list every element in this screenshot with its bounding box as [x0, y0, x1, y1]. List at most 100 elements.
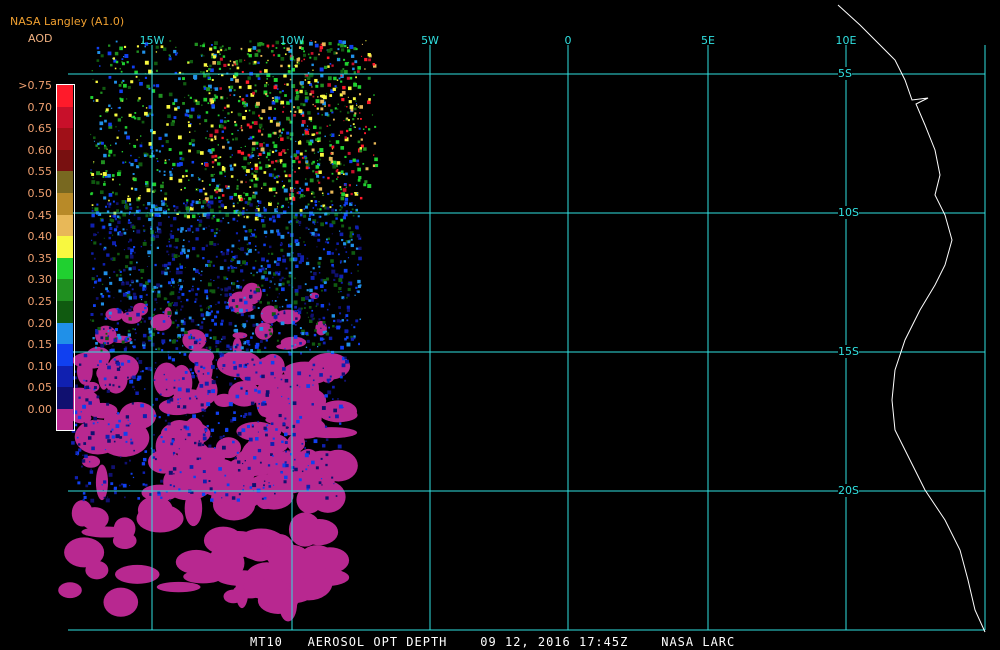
aod-pixel — [110, 257, 113, 261]
aod-pixel — [282, 258, 287, 263]
aod-pixel — [233, 61, 236, 64]
aod-pixel — [205, 333, 209, 337]
aod-pixel — [344, 356, 347, 359]
aod-pixel — [344, 317, 347, 319]
aod-pixel — [288, 179, 291, 183]
aod-pixel — [222, 368, 224, 370]
aod-pixel — [113, 486, 118, 490]
aod-pixel — [308, 217, 311, 221]
aod-pixel — [215, 340, 220, 345]
aod-pixel — [283, 310, 286, 313]
aod-pixel — [355, 286, 358, 289]
aod-pixel — [212, 264, 215, 267]
aod-pixel — [272, 455, 274, 457]
aod-pixel — [273, 116, 277, 121]
aod-pixel — [254, 249, 257, 251]
aod-pixel — [310, 313, 314, 317]
aod-pixel — [305, 331, 309, 335]
aod-pixel — [235, 394, 240, 399]
aod-pixel — [336, 178, 338, 180]
aod-pixel — [112, 200, 115, 203]
aod-pixel — [187, 249, 190, 253]
aod-pixel — [274, 149, 278, 152]
aod-pixel — [142, 471, 146, 474]
aod-pixel — [321, 406, 326, 410]
aod-pixel — [135, 261, 138, 264]
aod-pixel — [220, 294, 222, 296]
aod-pixel — [295, 213, 298, 217]
aod-pixel — [172, 304, 175, 306]
aod-pixel — [248, 242, 251, 245]
aod-pixel — [301, 114, 305, 117]
aod-pixel — [252, 191, 255, 194]
aod-pixel — [142, 241, 147, 246]
aod-pixel — [286, 252, 291, 257]
aod-pixel — [186, 201, 189, 204]
aod-pixel — [208, 346, 212, 350]
aod-pixel — [101, 484, 103, 486]
aod-region — [305, 427, 358, 439]
aod-pixel — [318, 272, 321, 274]
aod-pixel — [235, 266, 238, 269]
aod-pixel — [96, 181, 100, 185]
aod-pixel — [280, 64, 283, 68]
aod-pixel — [179, 278, 181, 280]
aod-pixel — [107, 173, 111, 178]
aod-pixel — [344, 197, 349, 201]
aod-pixel — [347, 61, 350, 64]
aod-pixel — [144, 483, 148, 487]
aod-pixel — [128, 267, 132, 271]
aod-pixel — [90, 431, 95, 436]
aod-pixel — [299, 208, 303, 212]
aod-pixel — [155, 231, 157, 233]
aod-pixel — [132, 375, 136, 380]
aod-pixel — [248, 437, 253, 442]
latitude-label: 5S — [838, 67, 852, 80]
aod-pixel — [329, 206, 332, 209]
aod-pixel — [219, 119, 224, 123]
aod-pixel — [283, 170, 286, 173]
aod-pixel — [357, 279, 361, 284]
aod-pixel — [257, 448, 262, 453]
aod-pixel — [142, 457, 147, 462]
aod-pixel — [332, 87, 336, 92]
aod-pixel — [349, 234, 353, 238]
aod-pixel — [317, 112, 320, 115]
aod-region — [80, 507, 109, 530]
aod-pixel — [161, 202, 165, 206]
aod-pixel — [210, 89, 212, 92]
aod-pixel — [170, 122, 175, 126]
aod-pixel — [136, 50, 139, 53]
aod-pixel — [288, 275, 292, 278]
aod-pixel — [322, 194, 324, 196]
aod-pixel — [273, 484, 275, 486]
aod-pixel — [141, 370, 144, 373]
aod-pixel — [199, 384, 204, 388]
aod-pixel — [121, 483, 124, 486]
aod-pixel — [227, 301, 229, 304]
aod-pixel — [181, 407, 183, 409]
aod-pixel — [317, 261, 321, 265]
aod-pixel — [100, 173, 103, 176]
aod-pixel — [120, 81, 124, 84]
aod-pixel — [153, 285, 157, 289]
aod-pixel — [209, 260, 213, 264]
aod-pixel — [335, 414, 339, 419]
aod-pixel — [253, 174, 257, 178]
aod-pixel — [116, 209, 119, 213]
aod-pixel — [318, 131, 322, 135]
aod-pixel — [336, 79, 339, 81]
aod-pixel — [101, 283, 104, 286]
aod-pixel — [374, 125, 377, 128]
aod-pixel — [236, 451, 239, 454]
aod-pixel — [300, 307, 303, 310]
aod-pixel — [266, 78, 268, 80]
aod-pixel — [189, 96, 192, 99]
aod-pixel — [340, 206, 343, 209]
aod-pixel — [167, 281, 171, 285]
aod-pixel — [83, 442, 87, 445]
aod-pixel — [245, 309, 248, 312]
aod-pixel — [339, 232, 344, 237]
aod-pixel — [278, 130, 281, 133]
aod-pixel — [285, 463, 289, 468]
